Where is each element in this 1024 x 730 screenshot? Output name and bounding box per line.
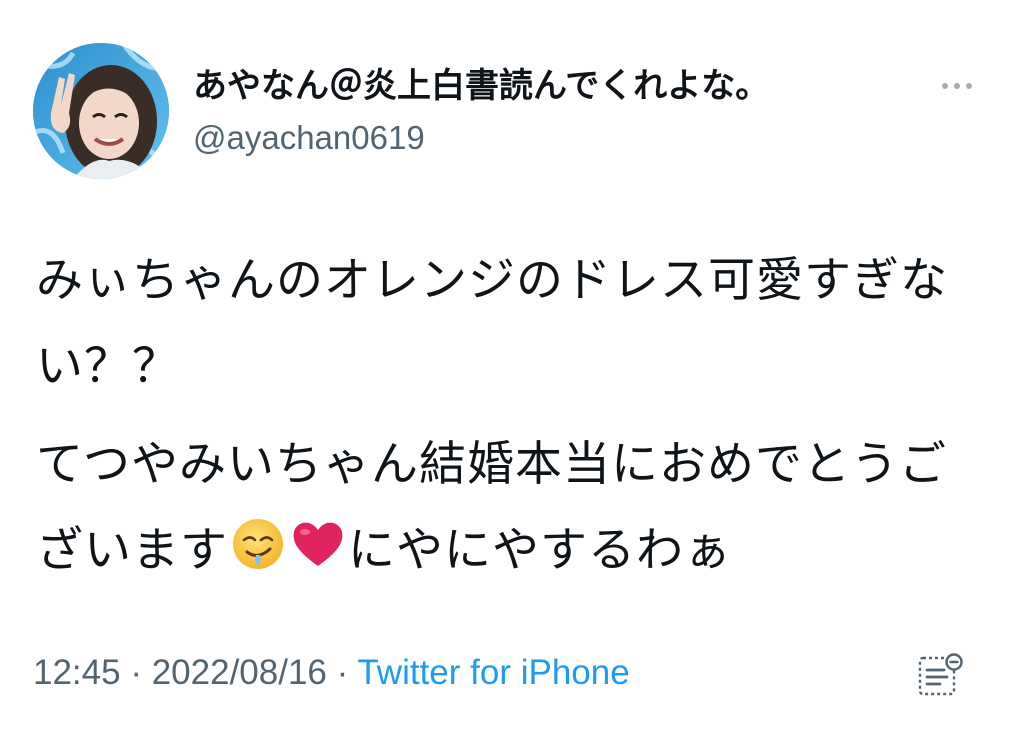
tweet-meta: 12:45 · 2022/08/16 · Twitter for iPhone (33, 648, 630, 698)
more-horizontal-icon-dot (966, 83, 972, 89)
more-horizontal-icon (942, 83, 948, 89)
meta-separator: · (326, 653, 358, 692)
more-horizontal-icon-dot (954, 83, 960, 89)
tweet-text: みぃちゃんのオレンジのドレス可愛すぎない？？ てつやみいちゃん結婚本当におめでと… (36, 238, 976, 594)
tweet-date[interactable]: 2022/08/16 (152, 653, 327, 692)
tweet-time[interactable]: 12:45 (33, 653, 121, 692)
tweet-paragraph: てつやみいちゃん結婚本当におめでとうございます にやにやするわぁ (36, 422, 976, 594)
display-name[interactable]: あやなん＠炎上白書読んでくれよな。 (193, 64, 769, 108)
tweet-card: あやなん＠炎上白書読んでくれよな。 @ayachan0619 みぃちゃんのオレン… (0, 0, 1024, 730)
tweet-text-segment: にやにやするわぁ (348, 523, 732, 578)
user-handle[interactable]: @ayachan0619 (193, 116, 425, 160)
drooling-face-icon (233, 519, 283, 569)
red-heart-icon (293, 522, 343, 566)
avatar[interactable] (33, 43, 169, 179)
meta-separator: · (120, 653, 152, 692)
more-options-button[interactable] (930, 70, 984, 102)
profile-photo-icon (33, 43, 169, 179)
tweet-analytics-icon[interactable] (916, 652, 964, 700)
tweet-paragraph: みぃちゃんのオレンジのドレス可愛すぎない？？ (36, 253, 948, 394)
tweet-source-link[interactable]: Twitter for iPhone (357, 653, 629, 692)
